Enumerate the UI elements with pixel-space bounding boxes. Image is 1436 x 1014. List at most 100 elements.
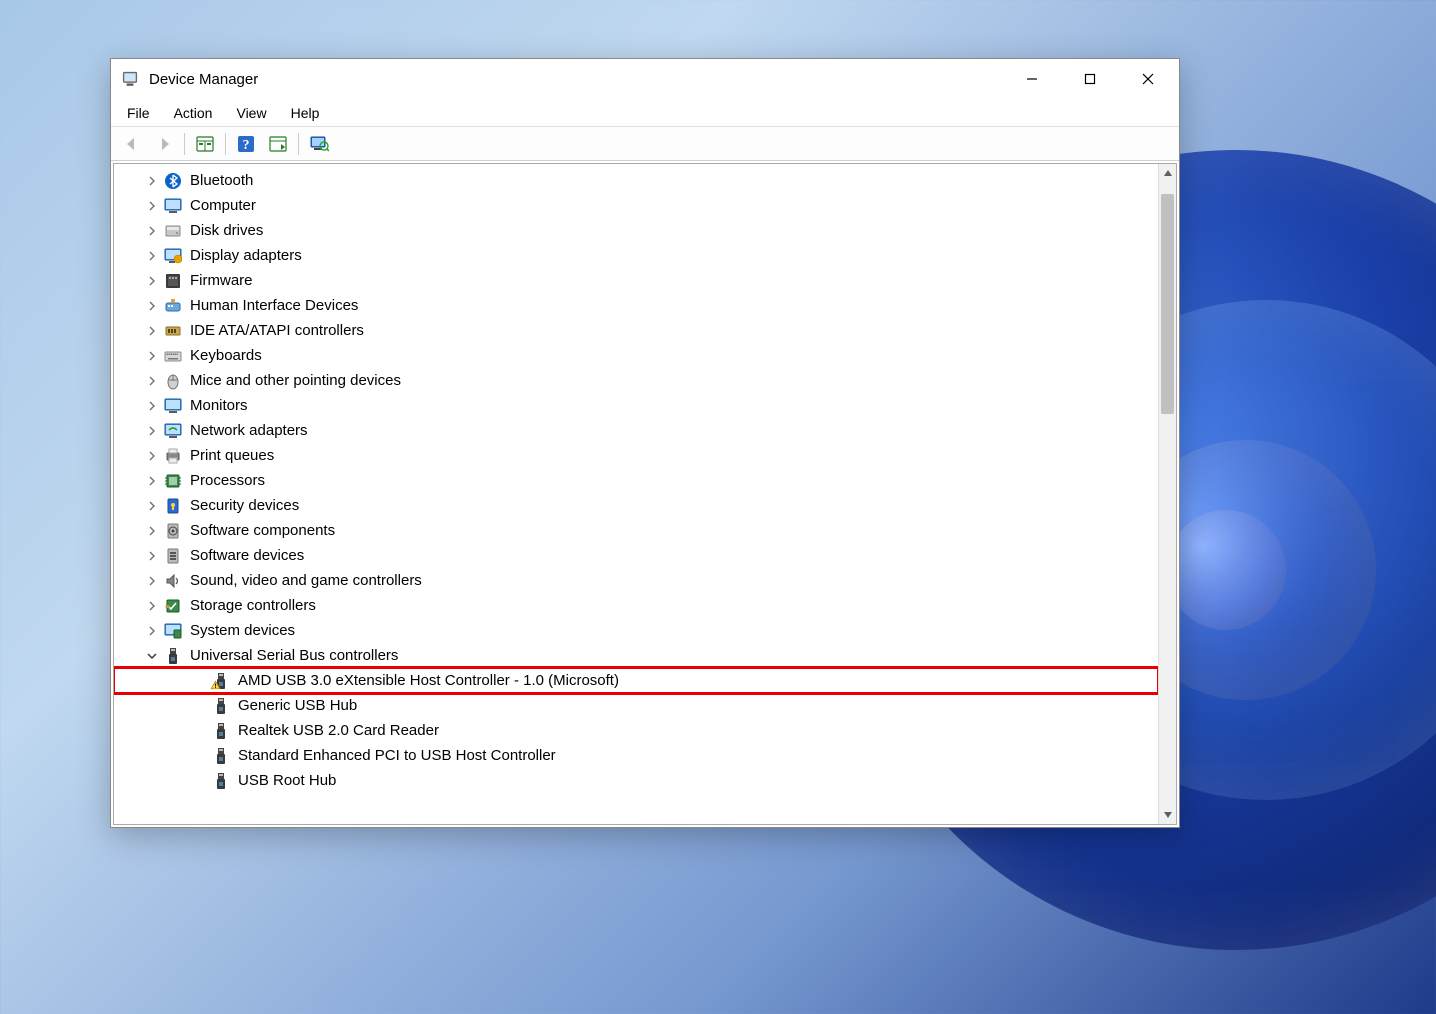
device-category[interactable]: Keyboards (114, 343, 1158, 368)
device-item[interactable]: AMD USB 3.0 eXtensible Host Controller -… (114, 668, 1158, 693)
svg-text:?: ? (243, 138, 250, 153)
device-label: Keyboards (190, 347, 262, 364)
swdev-icon (164, 547, 182, 565)
expander-icon[interactable] (144, 398, 160, 414)
device-category[interactable]: Storage controllers (114, 593, 1158, 618)
device-label: Standard Enhanced PCI to USB Host Contro… (238, 747, 556, 764)
expander-icon[interactable] (144, 173, 160, 189)
device-category[interactable]: Human Interface Devices (114, 293, 1158, 318)
maximize-button[interactable] (1061, 59, 1119, 99)
expander-icon[interactable] (144, 198, 160, 214)
close-button[interactable] (1119, 59, 1177, 99)
device-category[interactable]: Display adapters (114, 243, 1158, 268)
device-category[interactable]: Mice and other pointing devices (114, 368, 1158, 393)
menu-help[interactable]: Help (279, 99, 332, 126)
swcomp-icon (164, 522, 182, 540)
toolbar-help-button[interactable]: ? (231, 131, 261, 157)
minimize-button[interactable] (1003, 59, 1061, 99)
keyboard-icon (164, 347, 182, 365)
usb-icon (164, 647, 182, 665)
monitor-icon (164, 397, 182, 415)
display-icon (164, 247, 182, 265)
device-tree[interactable]: Bluetooth Computer Disk drives Display adap… (114, 164, 1158, 824)
usb-icon (212, 697, 230, 715)
device-category[interactable]: Processors (114, 468, 1158, 493)
device-category[interactable]: Software devices (114, 543, 1158, 568)
device-category[interactable]: Software components (114, 518, 1158, 543)
expander-icon[interactable] (144, 273, 160, 289)
device-item[interactable]: Realtek USB 2.0 Card Reader (114, 718, 1158, 743)
expander-icon[interactable] (144, 448, 160, 464)
expander-icon[interactable] (144, 248, 160, 264)
expander-icon[interactable] (144, 573, 160, 589)
toolbar-separator (298, 133, 299, 155)
device-category[interactable]: Firmware (114, 268, 1158, 293)
expander-icon[interactable] (144, 523, 160, 539)
expander-icon[interactable] (144, 548, 160, 564)
device-label: Monitors (190, 397, 248, 414)
device-category[interactable]: Security devices (114, 493, 1158, 518)
device-category[interactable]: Network adapters (114, 418, 1158, 443)
device-label: Computer (190, 197, 256, 214)
device-manager-window: Device Manager File Action View Help ? (110, 58, 1180, 828)
expander-icon[interactable] (192, 698, 208, 714)
scroll-thumb[interactable] (1161, 194, 1174, 414)
menu-file[interactable]: File (115, 99, 162, 126)
storage-icon (164, 597, 182, 615)
expander-icon[interactable] (144, 648, 160, 664)
expander-icon[interactable] (144, 223, 160, 239)
device-item[interactable]: Generic USB Hub (114, 693, 1158, 718)
toolbar-show-hidden-button[interactable] (190, 131, 220, 157)
system-icon (164, 622, 182, 640)
vertical-scrollbar[interactable] (1158, 164, 1176, 824)
toolbar-scan-button[interactable] (304, 131, 334, 157)
toolbar-action-button[interactable] (263, 131, 293, 157)
toolbar-forward-button[interactable] (149, 131, 179, 157)
device-label: Network adapters (190, 422, 308, 439)
device-category[interactable]: System devices (114, 618, 1158, 643)
ide-icon (164, 322, 182, 340)
scroll-up-button[interactable] (1159, 164, 1176, 182)
titlebar[interactable]: Device Manager (111, 59, 1179, 99)
expander-icon[interactable] (144, 498, 160, 514)
network-icon (164, 422, 182, 440)
device-category[interactable]: Sound, video and game controllers (114, 568, 1158, 593)
device-category[interactable]: Monitors (114, 393, 1158, 418)
device-category[interactable]: Bluetooth (114, 168, 1158, 193)
device-category[interactable]: Print queues (114, 443, 1158, 468)
device-category[interactable]: Computer (114, 193, 1158, 218)
device-category[interactable]: IDE ATA/ATAPI controllers (114, 318, 1158, 343)
sound-icon (164, 572, 182, 590)
device-label: Security devices (190, 497, 299, 514)
expander-icon[interactable] (144, 298, 160, 314)
device-item[interactable]: USB Root Hub (114, 768, 1158, 793)
firmware-icon (164, 272, 182, 290)
device-item[interactable]: Standard Enhanced PCI to USB Host Contro… (114, 743, 1158, 768)
device-label: Mice and other pointing devices (190, 372, 401, 389)
toolbar-back-button[interactable] (117, 131, 147, 157)
device-label: Human Interface Devices (190, 297, 358, 314)
scroll-down-button[interactable] (1159, 806, 1176, 824)
expander-icon[interactable] (144, 323, 160, 339)
expander-icon[interactable] (192, 773, 208, 789)
cpu-icon (164, 472, 182, 490)
expander-icon[interactable] (144, 473, 160, 489)
device-label: Disk drives (190, 222, 263, 239)
window-title: Device Manager (149, 71, 258, 88)
menu-action[interactable]: Action (162, 99, 225, 126)
expander-icon[interactable] (144, 348, 160, 364)
device-label: System devices (190, 622, 295, 639)
expander-icon[interactable] (144, 423, 160, 439)
content-area: Bluetooth Computer Disk drives Display adap… (113, 163, 1177, 825)
expander-icon[interactable] (144, 373, 160, 389)
toolbar-separator (184, 133, 185, 155)
device-category[interactable]: Universal Serial Bus controllers (114, 643, 1158, 668)
expander-icon[interactable] (144, 623, 160, 639)
device-category[interactable]: Disk drives (114, 218, 1158, 243)
expander-icon[interactable] (192, 673, 208, 689)
expander-icon[interactable] (144, 598, 160, 614)
expander-icon[interactable] (192, 748, 208, 764)
menu-view[interactable]: View (224, 99, 278, 126)
device-label: Sound, video and game controllers (190, 572, 422, 589)
expander-icon[interactable] (192, 723, 208, 739)
